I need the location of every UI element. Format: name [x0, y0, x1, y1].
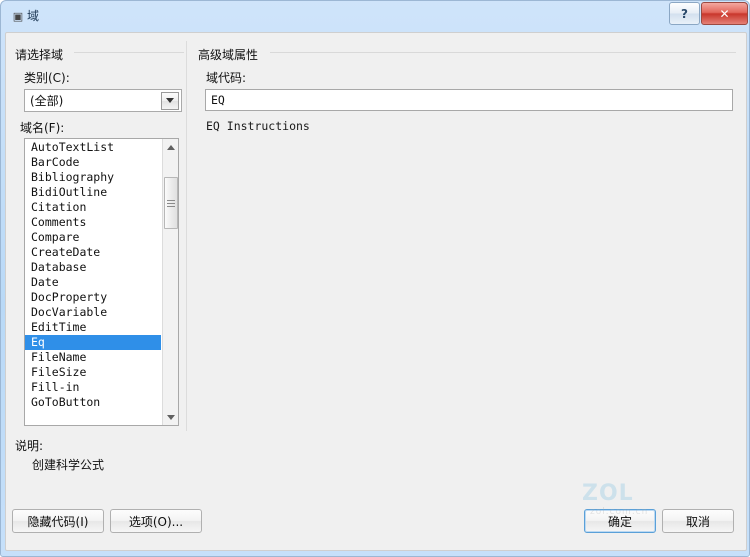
- list-item[interactable]: AutoTextList: [25, 140, 161, 155]
- description-label: 说明:: [15, 439, 44, 453]
- listbox-scrollbar[interactable]: [162, 139, 178, 425]
- panel-divider: [186, 41, 187, 431]
- field-names-list: AutoTextList BarCode Bibliography BidiOutli…: [25, 140, 161, 410]
- fieldcode-label: 域代码:: [206, 71, 247, 85]
- right-group-divider: [270, 52, 736, 53]
- left-group-title: 请选择域: [15, 48, 64, 62]
- list-item[interactable]: Database: [25, 260, 161, 275]
- list-item[interactable]: Comments: [25, 215, 161, 230]
- list-item[interactable]: CreateDate: [25, 245, 161, 260]
- field-dialog-window: ▣ 域 ? ✕ 请选择域 类别(C): (全部) 域名(F): AutoText…: [0, 0, 750, 557]
- list-item[interactable]: EditTime: [25, 320, 161, 335]
- scroll-down-icon[interactable]: [163, 409, 178, 425]
- list-item[interactable]: DocVariable: [25, 305, 161, 320]
- list-item[interactable]: Fill-in: [25, 380, 161, 395]
- list-item[interactable]: GoToButton: [25, 395, 161, 410]
- category-combobox[interactable]: (全部): [24, 89, 182, 112]
- fieldname-label: 域名(F):: [20, 121, 65, 135]
- field-dialog-icon: ▣: [12, 10, 24, 23]
- caption-buttons: ? ✕: [668, 2, 748, 27]
- options-button[interactable]: 选项(O)...: [110, 509, 202, 533]
- help-button[interactable]: ?: [669, 2, 700, 25]
- window-title: 域: [27, 9, 40, 23]
- left-group-divider: [74, 52, 184, 53]
- list-item[interactable]: FileName: [25, 350, 161, 365]
- right-group-title: 高级域属性: [198, 48, 259, 62]
- list-item[interactable]: Compare: [25, 230, 161, 245]
- field-names-listbox[interactable]: AutoTextList BarCode Bibliography BidiOutli…: [24, 138, 179, 426]
- scroll-up-icon[interactable]: [163, 139, 178, 155]
- list-item[interactable]: Date: [25, 275, 161, 290]
- list-item[interactable]: Bibliography: [25, 170, 161, 185]
- category-combobox-value: (全部): [30, 94, 64, 108]
- list-item[interactable]: DocProperty: [25, 290, 161, 305]
- description-text: 创建科学公式: [32, 458, 105, 472]
- list-item[interactable]: FileSize: [25, 365, 161, 380]
- hide-codes-button[interactable]: 隐藏代码(I): [12, 509, 104, 533]
- category-label: 类别(C):: [24, 71, 70, 85]
- list-item[interactable]: Eq: [25, 335, 161, 350]
- titlebar: ▣ 域 ? ✕: [1, 1, 750, 35]
- dialog-client-area: 请选择域 类别(C): (全部) 域名(F): AutoTextList BarC…: [5, 32, 747, 551]
- scrollbar-thumb[interactable]: [164, 177, 178, 229]
- ok-button[interactable]: 确定: [584, 509, 656, 533]
- cancel-button[interactable]: 取消: [662, 509, 734, 533]
- list-item[interactable]: Citation: [25, 200, 161, 215]
- close-button[interactable]: ✕: [701, 2, 748, 25]
- fieldcode-instructions: EQ Instructions: [206, 119, 310, 133]
- fieldcode-input[interactable]: EQ: [205, 89, 733, 111]
- list-item[interactable]: BarCode: [25, 155, 161, 170]
- list-item[interactable]: BidiOutline: [25, 185, 161, 200]
- chevron-down-icon[interactable]: [161, 91, 179, 110]
